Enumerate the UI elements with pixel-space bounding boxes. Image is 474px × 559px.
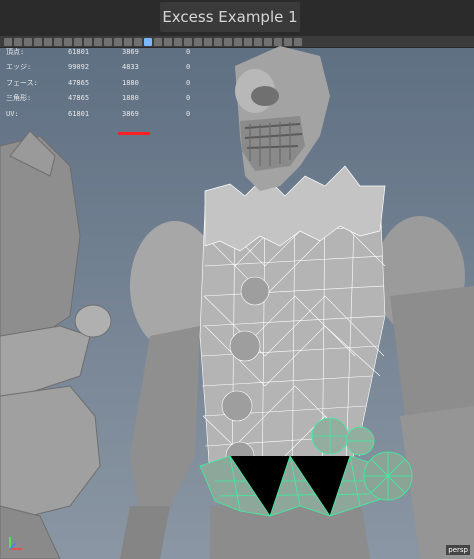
hud-total: 61801: [68, 109, 90, 118]
hud-selected: 3869: [122, 109, 139, 118]
3d-viewport[interactable]: 頂点: 61801 3869 0 エッジ: 99092 4833 0 フェース:…: [0, 36, 474, 559]
hud-row-triangles: 三角形: 47865 1880 0: [6, 91, 206, 107]
hud-selected: 4833: [122, 63, 139, 72]
hud-label: フェース:: [6, 78, 38, 87]
poly-count-hud: 頂点: 61801 3869 0 エッジ: 99092 4833 0 フェース:…: [6, 44, 206, 122]
hud-extra: 0: [186, 94, 191, 103]
hud-label: 三角形:: [6, 94, 32, 103]
hud-extra: 0: [186, 47, 191, 56]
window-title: Excess Example 1: [160, 2, 300, 32]
hud-extra: 0: [186, 109, 191, 118]
annotation-underline: [118, 132, 150, 135]
hud-extra: 0: [186, 63, 191, 72]
axis-gizmo-icon: [9, 537, 22, 550]
hud-label: エッジ:: [6, 63, 32, 72]
hud-selected: 1880: [122, 94, 139, 103]
head: [235, 46, 330, 191]
hud-selected: 1880: [122, 78, 139, 87]
camera-label: persp: [446, 545, 470, 555]
hud-total: 61801: [68, 47, 90, 56]
hud-total: 99092: [68, 63, 90, 72]
hud-row-vertices: 頂点: 61801 3869 0: [6, 44, 206, 60]
hud-total: 47865: [68, 78, 90, 87]
hud-row-faces: フェース: 47865 1880 0: [6, 75, 206, 91]
hud-label: UV:: [6, 109, 19, 118]
left-character: [0, 130, 112, 559]
hud-row-edges: エッジ: 99092 4833 0: [6, 60, 206, 76]
hud-selected: 3869: [122, 47, 139, 56]
hud-label: 頂点:: [6, 47, 25, 56]
hud-row-uvs: UV: 61801 3869 0: [6, 106, 206, 122]
hud-total: 47865: [68, 94, 90, 103]
hud-extra: 0: [186, 78, 191, 87]
